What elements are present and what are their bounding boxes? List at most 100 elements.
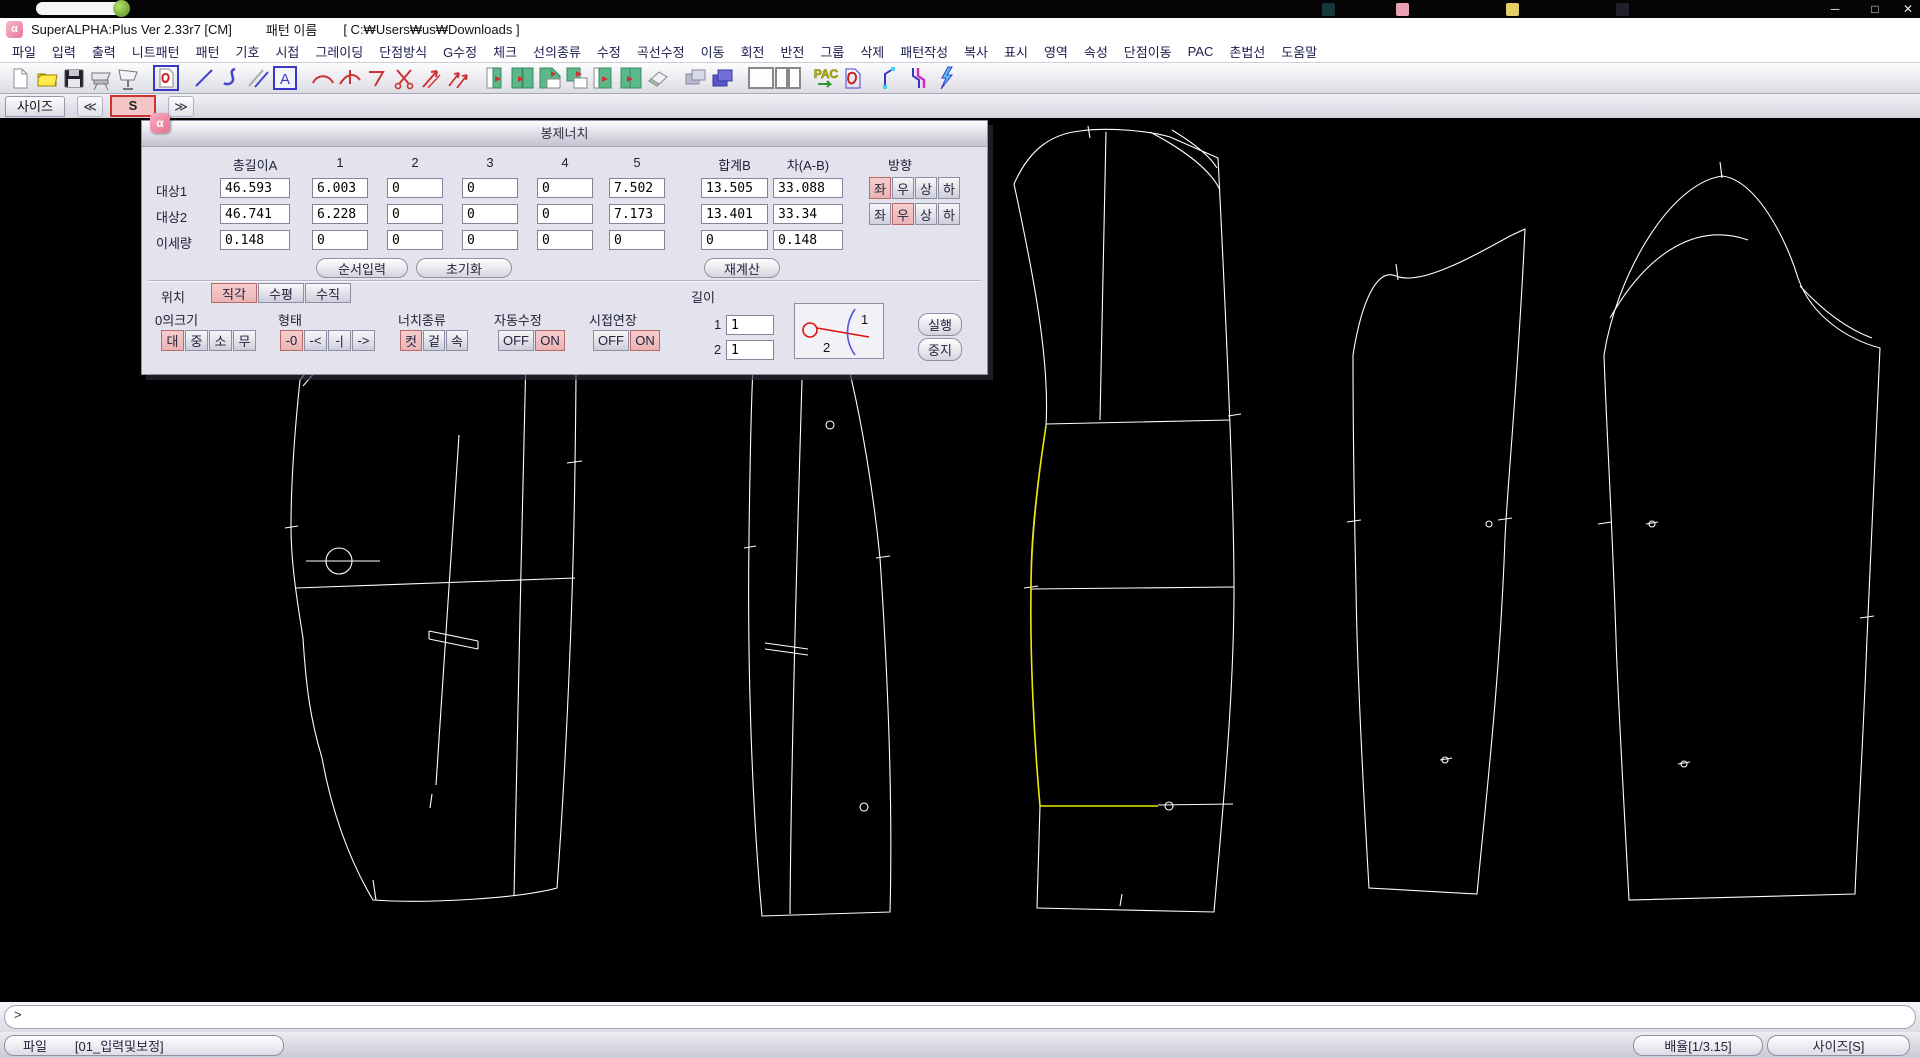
target2-dir-right-button[interactable]: 우 xyxy=(892,203,914,225)
target1-c3-field[interactable] xyxy=(462,178,518,198)
recalculate-button[interactable]: 재계산 xyxy=(704,258,780,278)
target2-c2-field[interactable] xyxy=(387,204,443,224)
menu-item-기호[interactable]: 기호 xyxy=(228,42,268,61)
scissors-icon[interactable] xyxy=(390,65,417,92)
sewing-notch-dialog[interactable]: 봉제너치 α 총길이A 1 2 3 4 5 합계B 차(A-B) 방향 대상1 … xyxy=(141,120,988,375)
notch-outer-button[interactable]: 겉 xyxy=(423,330,445,351)
target1-sum-field[interactable] xyxy=(701,178,768,198)
menu-item-반전[interactable]: 반전 xyxy=(772,42,812,61)
extract-piece-icon[interactable] xyxy=(590,65,617,92)
target1-dir-left-button[interactable]: 좌 xyxy=(869,177,891,199)
ease-total-field[interactable] xyxy=(220,230,290,250)
merge-piece-icon[interactable] xyxy=(617,65,644,92)
o-size-none-button[interactable]: 무 xyxy=(233,330,256,351)
target1-dir-up-button[interactable]: 상 xyxy=(915,177,937,199)
ease-c5-field[interactable] xyxy=(609,230,665,250)
taskbar-color-icon-2[interactable] xyxy=(1396,3,1409,16)
ease-sum-field[interactable] xyxy=(701,230,768,250)
shape-circle-button[interactable]: -0 xyxy=(280,330,303,351)
target1-c2-field[interactable] xyxy=(387,178,443,198)
arc-tool-icon[interactable] xyxy=(309,65,336,92)
pattern-document-icon[interactable] xyxy=(152,65,179,92)
close-button[interactable]: ✕ xyxy=(1893,0,1920,18)
blue-path-icon[interactable] xyxy=(877,65,904,92)
ease-c2-field[interactable] xyxy=(387,230,443,250)
target2-c5-field[interactable] xyxy=(609,204,665,224)
position-perpendicular-button[interactable]: 직각 xyxy=(211,283,257,303)
notch-cut-button[interactable]: 컷 xyxy=(400,330,422,351)
target1-dir-down-button[interactable]: 하 xyxy=(938,177,960,199)
file-status-pill[interactable]: 파일 [01_입력및보정] xyxy=(4,1035,284,1056)
menu-item-패턴작성[interactable]: 패턴작성 xyxy=(892,42,956,61)
shape-arrow-button[interactable]: -< xyxy=(304,330,327,351)
dialog-title-bar[interactable]: 봉제너치 xyxy=(142,121,987,147)
target2-dir-up-button[interactable]: 상 xyxy=(915,203,937,225)
red-document-icon[interactable] xyxy=(839,65,866,92)
seam-extend-off-button[interactable]: OFF xyxy=(593,330,629,351)
current-size-tab[interactable]: S xyxy=(110,95,156,117)
menu-item-출력[interactable]: 출력 xyxy=(84,42,124,61)
target1-dir-right-button[interactable]: 우 xyxy=(892,177,914,199)
position-horizontal-button[interactable]: 수평 xyxy=(258,283,304,303)
seam-extend-on-button[interactable]: ON xyxy=(630,330,660,351)
ease-c3-field[interactable] xyxy=(462,230,518,250)
menu-item-삭제[interactable]: 삭제 xyxy=(852,42,892,61)
target2-c4-field[interactable] xyxy=(537,204,593,224)
pac-icon[interactable]: PAC xyxy=(812,65,839,92)
ease-c1-field[interactable] xyxy=(312,230,368,250)
run-button[interactable]: 실행 xyxy=(918,313,962,336)
menu-item-수정[interactable]: 수정 xyxy=(589,42,629,61)
eraser-icon[interactable] xyxy=(644,65,671,92)
bend-arrow-icon[interactable] xyxy=(363,65,390,92)
ease-diff-field[interactable] xyxy=(773,230,843,250)
o-size-large-button[interactable]: 대 xyxy=(161,330,184,351)
o-size-small-button[interactable]: 소 xyxy=(209,330,232,351)
ease-c4-field[interactable] xyxy=(537,230,593,250)
target1-c1-field[interactable] xyxy=(312,178,368,198)
frame-icon[interactable] xyxy=(747,65,774,92)
target1-c4-field[interactable] xyxy=(537,178,593,198)
overlap-blue-icon[interactable] xyxy=(709,65,736,92)
pattern-piece-2[interactable] xyxy=(744,349,891,916)
o-size-medium-button[interactable]: 중 xyxy=(185,330,208,351)
target2-sum-field[interactable] xyxy=(701,204,768,224)
target2-dir-down-button[interactable]: 하 xyxy=(938,203,960,225)
menu-item-복사[interactable]: 복사 xyxy=(956,42,996,61)
curve-cross-icon[interactable] xyxy=(336,65,363,92)
text-tool-icon[interactable]: A xyxy=(271,65,298,92)
maximize-button[interactable]: □ xyxy=(1860,0,1890,18)
overlap-gray-icon[interactable] xyxy=(682,65,709,92)
minimize-button[interactable]: ─ xyxy=(1820,0,1850,18)
prev-size-button[interactable]: ≪ xyxy=(77,96,103,117)
menu-item-단점방식[interactable]: 단점방식 xyxy=(371,42,435,61)
reset-button[interactable]: 초기화 xyxy=(416,258,512,278)
menu-item-속성[interactable]: 속성 xyxy=(1076,42,1116,61)
menu-item-도움말[interactable]: 도움말 xyxy=(1273,42,1325,61)
position-vertical-button[interactable]: 수직 xyxy=(305,283,351,303)
double-frame-icon[interactable] xyxy=(774,65,801,92)
shape-out-button[interactable]: -> xyxy=(352,330,375,351)
menu-item-패턴[interactable]: 패턴 xyxy=(188,42,228,61)
copy-piece-icon[interactable] xyxy=(482,65,509,92)
target2-dir-left-button[interactable]: 좌 xyxy=(869,203,891,225)
move-piece-icon[interactable] xyxy=(563,65,590,92)
notch-inner-button[interactable]: 속 xyxy=(446,330,468,351)
menu-item-PAC[interactable]: PAC xyxy=(1180,44,1222,59)
menu-item-단점이동[interactable]: 단점이동 xyxy=(1116,42,1180,61)
slant-arrow-icon[interactable] xyxy=(444,65,471,92)
plotter-icon[interactable] xyxy=(87,65,114,92)
menu-item-표시[interactable]: 표시 xyxy=(996,42,1036,61)
auto-fix-off-button[interactable]: OFF xyxy=(498,330,534,351)
target2-total-field[interactable] xyxy=(220,204,290,224)
menu-item-시접[interactable]: 시접 xyxy=(267,42,307,61)
copy-pieces-icon[interactable] xyxy=(509,65,536,92)
size-status-button[interactable]: 사이즈[S] xyxy=(1767,1035,1910,1056)
pattern-piece-3[interactable] xyxy=(1014,126,1241,912)
curve-tool-icon[interactable] xyxy=(217,65,244,92)
double-arrow-icon[interactable] xyxy=(417,65,444,92)
parallel-lines-icon[interactable] xyxy=(244,65,271,92)
target2-c3-field[interactable] xyxy=(462,204,518,224)
magenta-path-icon[interactable] xyxy=(904,65,931,92)
shape-bar-button[interactable]: -| xyxy=(328,330,351,351)
stop-button[interactable]: 중지 xyxy=(918,338,962,361)
